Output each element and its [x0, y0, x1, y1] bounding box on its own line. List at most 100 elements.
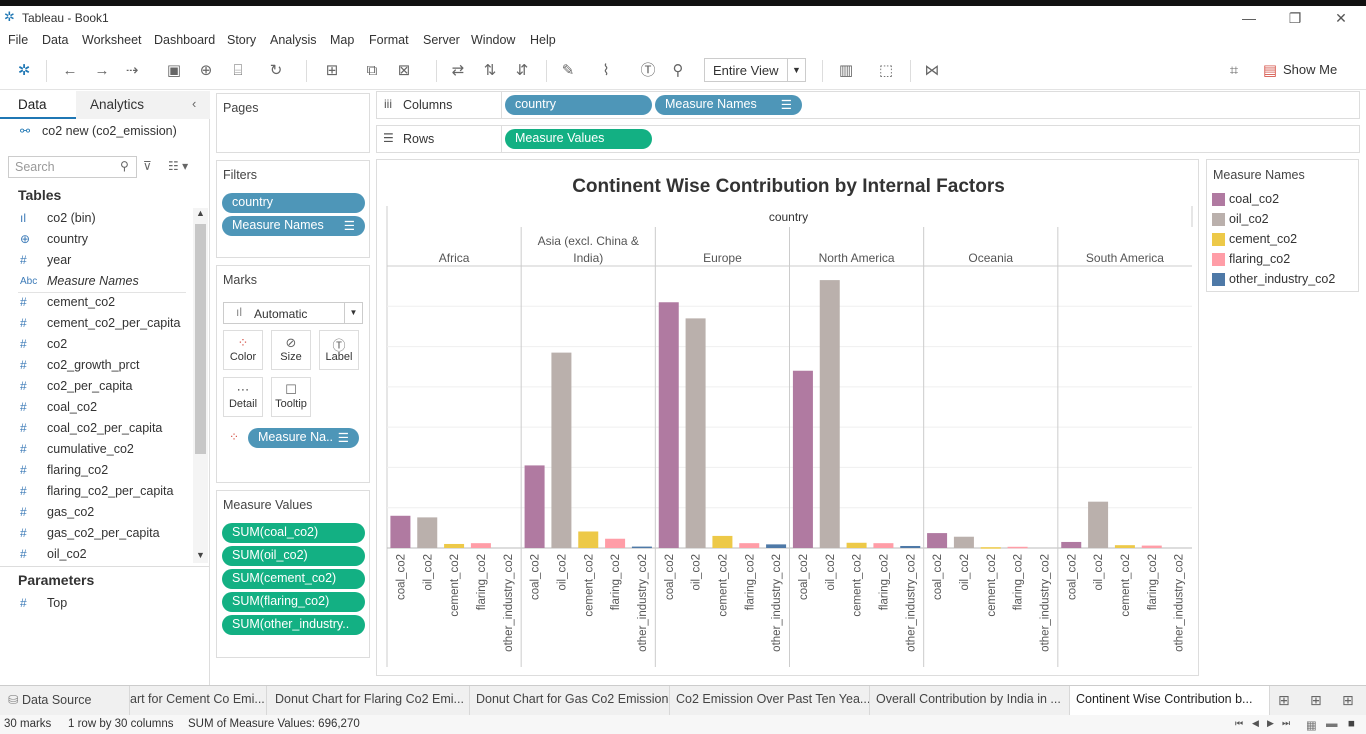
datasource-name[interactable]: co2 new (co2_emission) [42, 124, 177, 138]
pause-updates-icon[interactable]: ⌸ [228, 61, 248, 81]
legend-item[interactable]: coal_co2 [1207, 190, 1357, 210]
show-mark-labels-icon[interactable]: Ⓣ [638, 61, 658, 81]
tab-data[interactable]: Data [0, 91, 76, 119]
scroll-up-icon[interactable]: ▲ [196, 208, 205, 218]
new-worksheet-icon[interactable]: ⊞ [322, 61, 342, 81]
new-datasource-icon[interactable]: ⊕ [196, 61, 216, 81]
filmstrip-view-icon[interactable]: ▬ [1326, 718, 1338, 730]
measure-pill-flaring[interactable]: SUM(flaring_co2) [222, 592, 365, 612]
field-item[interactable]: # co2_growth_prct [0, 355, 192, 376]
minimize-icon[interactable]: — [1226, 8, 1272, 28]
field-item[interactable]: # cement_co2 [0, 292, 192, 313]
view-mode-select[interactable]: Entire View ▼ [704, 58, 806, 82]
show-me-icon[interactable]: ▤ [1260, 61, 1280, 81]
tab-sheet-ten-years[interactable]: Co2 Emission Over Past Ten Yea... [670, 686, 870, 716]
collapse-pane-icon[interactable]: ‹ [192, 96, 196, 111]
new-story-tab-icon[interactable]: ⊞ [1342, 692, 1354, 709]
scrollbar-thumb[interactable] [195, 224, 206, 454]
field-item[interactable]: # year [0, 250, 192, 271]
columns-shelf[interactable]: iii Columns country Measure Names ☰ [376, 91, 1360, 119]
swap-rows-columns-icon[interactable]: ⇄ [448, 61, 468, 81]
grid-view-icon[interactable]: ▦ [1306, 718, 1317, 732]
measure-pill-oil[interactable]: SUM(oil_co2) [222, 546, 365, 566]
size-button[interactable]: ⊘ Size [271, 330, 311, 370]
menu-worksheet[interactable]: Worksheet [82, 33, 142, 47]
field-item[interactable]: # oil_co2 [0, 544, 192, 563]
legend-item[interactable]: flaring_co2 [1207, 250, 1357, 270]
measure-pill-coal[interactable]: SUM(coal_co2) [222, 523, 365, 543]
first-page-icon[interactable]: ⏮ [1235, 718, 1243, 729]
search-input[interactable]: Search ⚲ [8, 156, 137, 178]
last-page-icon[interactable]: ⏭ [1282, 718, 1290, 729]
new-worksheet-tab-icon[interactable]: ⊞ [1278, 692, 1290, 709]
undo-icon[interactable]: ← [60, 61, 80, 81]
scroll-down-icon[interactable]: ▼ [196, 550, 205, 560]
next-page-icon[interactable]: ▶ [1267, 718, 1274, 729]
restore-icon[interactable]: ❐ [1272, 8, 1318, 28]
replay-icon[interactable]: ⇢ [122, 61, 142, 81]
field-list-scrollbar[interactable]: ▲ ▼ [193, 208, 208, 563]
field-item[interactable]: Abc Measure Names [0, 271, 192, 292]
new-dashboard-tab-icon[interactable]: ⊞ [1310, 692, 1322, 709]
rows-shelf[interactable]: ☰ Rows Measure Values [376, 125, 1360, 153]
show-cards-icon[interactable]: ▥ [836, 61, 856, 81]
tab-sheet-india[interactable]: Overall Contribution by India in ... [870, 686, 1070, 716]
field-item[interactable]: # co2_per_capita [0, 376, 192, 397]
view-options-icon[interactable]: ☷ ▾ [168, 159, 188, 173]
tab-sheet-flaring[interactable]: Donut Chart for Flaring Co2 Emi... [267, 686, 470, 716]
pages-shelf[interactable]: Pages [216, 93, 370, 153]
tab-view-icon[interactable]: ■ [1348, 718, 1355, 730]
redo-icon[interactable]: → [92, 61, 112, 81]
filters-shelf[interactable]: Filters country Measure Names ☰ [216, 160, 370, 258]
duplicate-sheet-icon[interactable]: ⧉ [362, 61, 382, 81]
menu-format[interactable]: Format [369, 33, 409, 47]
field-item[interactable]: # coal_co2 [0, 397, 192, 418]
tab-sheet-cement[interactable]: art for Cement Co Emi... [130, 686, 267, 716]
field-item[interactable]: ⊕ country [0, 229, 192, 250]
sort-ascending-icon[interactable]: ⇅ [480, 61, 500, 81]
sort-descending-icon[interactable]: ⇵ [512, 61, 532, 81]
close-icon[interactable]: ✕ [1318, 8, 1364, 28]
menu-server[interactable]: Server [423, 33, 460, 47]
tooltip-button[interactable]: ☐ Tooltip [271, 377, 311, 417]
show-me-button[interactable]: Show Me [1283, 62, 1337, 77]
menu-map[interactable]: Map [330, 33, 354, 47]
save-icon[interactable]: ▣ [164, 61, 184, 81]
field-item[interactable]: # co2 [0, 334, 192, 355]
prev-page-icon[interactable]: ◀ [1252, 718, 1259, 729]
legend-item[interactable]: other_industry_co2 [1207, 270, 1357, 290]
filter-pill-country[interactable]: country [222, 193, 365, 213]
field-item[interactable]: # cumulative_co2 [0, 439, 192, 460]
menu-analysis[interactable]: Analysis [270, 33, 317, 47]
fix-axes-icon[interactable]: ⚲ [668, 61, 688, 81]
color-button[interactable]: ⁘ Color [223, 330, 263, 370]
measure-pill-cement[interactable]: SUM(cement_co2) [222, 569, 365, 589]
marks-pill-measure-names[interactable]: Measure Na.. ☰ [248, 428, 359, 448]
tab-data-source[interactable]: ⛁ Data Source [0, 686, 130, 716]
columns-pill-country[interactable]: country [505, 95, 652, 115]
tab-analytics[interactable]: Analytics [76, 91, 210, 119]
legend-item[interactable]: cement_co2 [1207, 230, 1357, 250]
columns-pill-measure-names[interactable]: Measure Names ☰ [655, 95, 802, 115]
clear-sheet-icon[interactable]: ⊠ [394, 61, 414, 81]
highlight-icon[interactable]: ✎ [558, 61, 578, 81]
menu-window[interactable]: Window [471, 33, 515, 47]
share-icon[interactable]: ⋈ [922, 61, 942, 81]
measure-pill-other-industry[interactable]: SUM(other_industry.. [222, 615, 365, 635]
field-item[interactable]: # coal_co2_per_capita [0, 418, 192, 439]
menu-story[interactable]: Story [227, 33, 256, 47]
field-item[interactable]: # gas_co2 [0, 502, 192, 523]
menu-file[interactable]: File [8, 33, 28, 47]
tab-sheet-gas[interactable]: Donut Chart for Gas Co2 Emission [470, 686, 670, 716]
tableau-home-icon[interactable]: ✲ [14, 61, 34, 81]
group-members-icon[interactable]: ⌇ [596, 61, 616, 81]
field-item[interactable]: # flaring_co2 [0, 460, 192, 481]
tab-sheet-continent-active[interactable]: Continent Wise Contribution b... [1070, 686, 1270, 716]
filter-icon[interactable]: ⊽ [143, 159, 152, 173]
menu-data[interactable]: Data [42, 33, 68, 47]
menu-help[interactable]: Help [530, 33, 556, 47]
field-item[interactable]: # flaring_co2_per_capita [0, 481, 192, 502]
field-item[interactable]: # cement_co2_per_capita [0, 313, 192, 334]
color-legend[interactable]: Measure Names coal_co2 oil_co2 cement_co2 f… [1206, 159, 1359, 292]
rows-pill-measure-values[interactable]: Measure Values [505, 129, 652, 149]
